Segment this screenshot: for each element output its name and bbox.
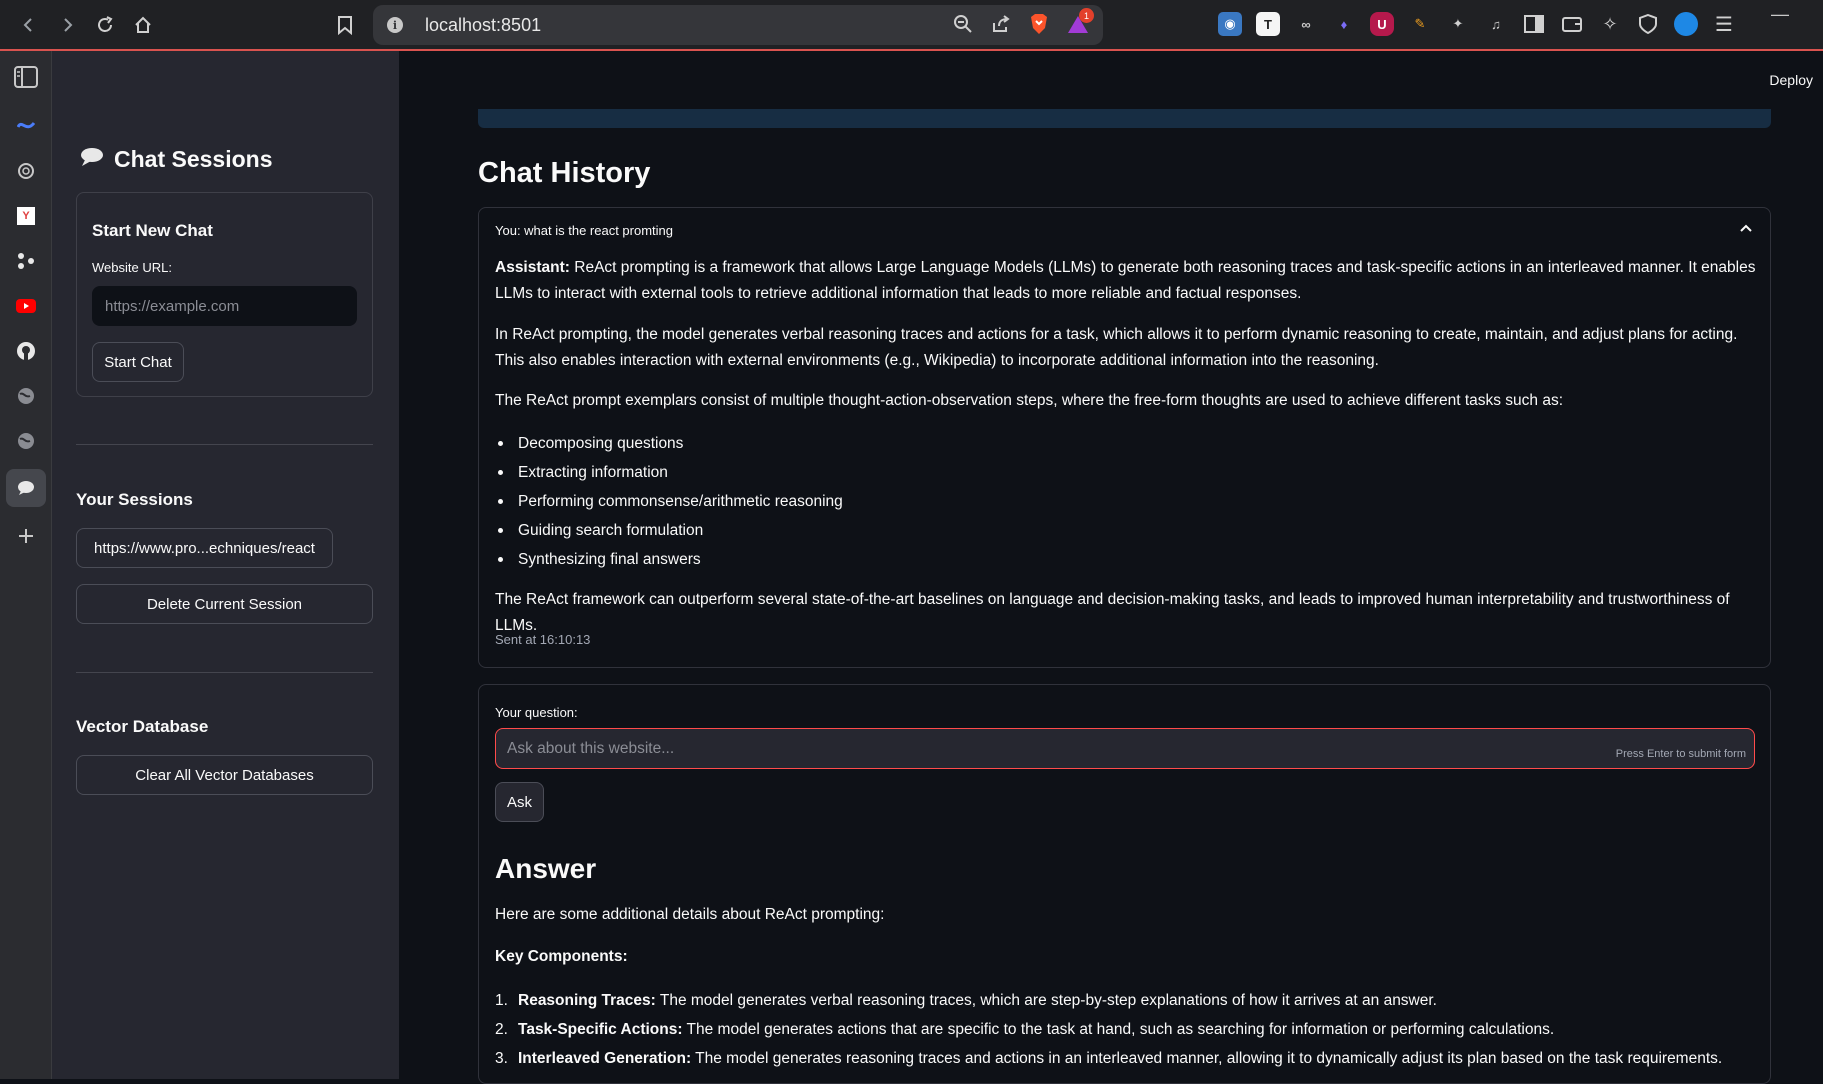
panel-openai-icon[interactable] [10,155,42,187]
brave-rewards-icon[interactable]: 1 [1067,8,1094,39]
submit-hint: Press Enter to submit form [1615,748,1746,760]
question-form: Your question: Ask about this website...… [478,684,1771,1084]
extension-eye-icon[interactable]: ◉ [1218,12,1242,36]
back-icon[interactable] [12,8,46,42]
website-url-input[interactable]: https://example.com [92,286,357,326]
panel-globe-icon[interactable] [10,380,42,412]
bookmark-icon[interactable] [330,10,360,40]
sidebar-title-text: Chat Sessions [114,146,273,172]
list-item: Synthesizing final answers [495,545,843,574]
forward-icon[interactable] [50,8,84,42]
list-item: Performing commonsense/arithmetic reason… [495,487,843,516]
panel-yn-icon[interactable]: Y [10,200,42,232]
delete-session-button[interactable]: Delete Current Session [76,584,373,624]
extension-t-icon[interactable]: T [1256,12,1280,36]
key-components-heading: Key Components: [495,948,628,965]
vpn-icon[interactable] [1636,12,1660,36]
music-icon[interactable]: ♫ [1484,12,1508,36]
ublock-icon[interactable]: U [1370,12,1394,36]
home-icon[interactable] [126,8,160,42]
streamlit-sidebar: Chat Sessions Start New Chat Website URL… [52,51,399,1079]
new-chat-heading: Start New Chat [92,221,213,240]
speech-bubble-icon [80,146,104,173]
list-item: Extracting information [495,458,843,487]
address-bar[interactable]: i localhost:8501 1 [373,5,1103,45]
deploy-button[interactable]: Deploy [1769,72,1813,88]
task-list: Decomposing questions Extracting informa… [495,429,843,574]
assistant-paragraph-4: The ReAct framework can outperform sever… [495,591,1730,634]
info-bar-edge [478,109,1771,128]
list-item: Decomposing questions [495,429,843,458]
browser-toolbar: i localhost:8501 1 ◉ T ∞ ♦ U ✎ ✦ ♫ ✧ ☰ — [0,0,1823,51]
panel-github-icon[interactable] [10,335,42,367]
sidebar-toggle-icon[interactable] [1522,12,1546,36]
edge-globe-icon[interactable] [1674,12,1698,36]
extensions-puzzle-icon[interactable]: ✦ [1446,12,1470,36]
ask-button[interactable]: Ask [495,782,544,822]
site-info-icon[interactable]: i [387,17,403,33]
panel-youtube-icon[interactable] [10,290,42,322]
your-sessions-heading: Your Sessions [76,490,193,509]
website-url-label: Website URL: [92,260,172,275]
notification-badge: 1 [1079,8,1094,23]
share-icon[interactable] [991,14,1011,39]
sidebar-divider [76,444,373,445]
chat-expander[interactable]: You: what is the react promting Assistan… [478,207,1771,668]
assistant-label: Assistant: [495,259,570,276]
question-input[interactable]: Ask about this website... Press Enter to… [495,728,1755,769]
panel-toggle-icon[interactable] [10,61,42,93]
minimize-icon[interactable]: — [1771,4,1789,25]
wallet-icon[interactable] [1560,12,1584,36]
sidebar-title: Chat Sessions [80,146,273,173]
clear-vector-db-button[interactable]: Clear All Vector Databases [76,755,373,795]
chevron-up-icon[interactable] [1740,220,1752,235]
vector-database-heading: Vector Database [76,717,209,736]
list-item: 3. Interleaved Generation: The model gene… [495,1049,1723,1067]
menu-icon[interactable]: ☰ [1712,12,1736,36]
list-item: 2. Task-Specific Actions: The model gener… [495,1020,1555,1038]
expander-title[interactable]: You: what is the react promting [495,223,673,238]
url-text: localhost:8501 [425,14,542,35]
zoom-icon[interactable] [953,14,973,39]
panel-add-icon[interactable] [10,520,42,552]
assistant-paragraph-3: The ReAct prompt exemplars consist of mu… [495,392,1564,409]
panel-globe-icon-2[interactable] [10,425,42,457]
brave-shield-icon[interactable] [1029,13,1049,40]
assistant-paragraph-2: In ReAct prompting, the model generates … [495,326,1738,369]
leo-ai-icon[interactable]: ✧ [1598,12,1622,36]
sidebar-divider [76,672,373,673]
extension-pencil-icon[interactable]: ✎ [1408,12,1432,36]
panel-wave-icon[interactable] [10,110,42,142]
assistant-paragraph-1: Assistant: ReAct prompting is a framewor… [495,255,1757,307]
start-chat-button[interactable]: Start Chat [92,342,184,382]
answer-intro: Here are some additional details about R… [495,906,885,923]
panel-chat-icon[interactable] [6,469,46,507]
sent-timestamp: Sent at 16:10:13 [495,632,591,647]
list-item: 1. Reasoning Traces: The model generates … [495,991,1437,1009]
extension-glasses-icon[interactable]: ∞ [1294,12,1318,36]
components-list: 1. Reasoning Traces: The model generates … [495,986,1722,1073]
chat-history-title: Chat History [478,157,651,189]
extension-flame-icon[interactable]: ♦ [1332,12,1356,36]
question-label: Your question: [495,705,578,720]
assistant-text: ReAct prompting is a framework that allo… [495,259,1756,302]
session-item[interactable]: https://www.pro...echniques/react [76,528,333,568]
question-placeholder: Ask about this website... [507,739,675,757]
reload-icon[interactable] [88,8,122,42]
panel-dots-icon[interactable] [10,245,42,277]
list-item: Guiding search formulation [495,516,843,545]
browser-side-panel: Y [0,51,52,1079]
answer-title: Answer [495,853,597,884]
new-chat-form: Start New Chat Website URL: https://exam… [76,192,373,397]
